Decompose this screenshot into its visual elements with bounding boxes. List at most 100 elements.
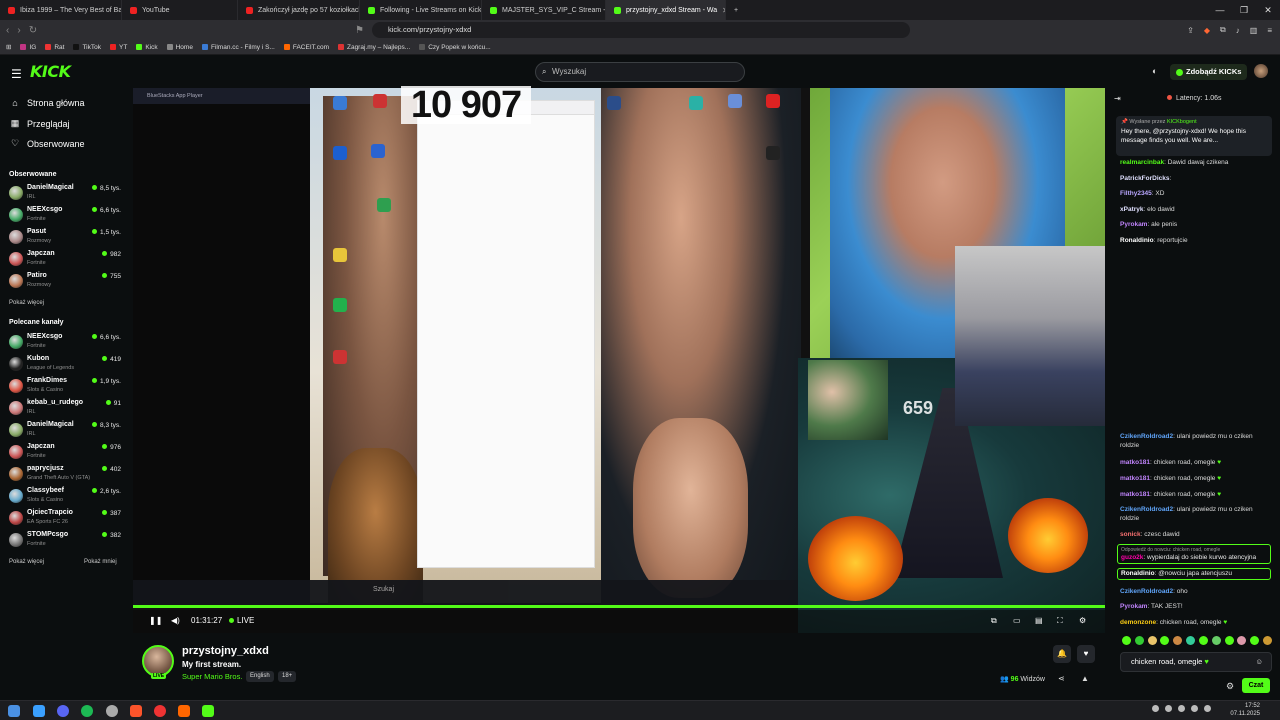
bookmark-item[interactable]: Kick	[136, 44, 158, 51]
file-explorer-icon[interactable]	[33, 705, 45, 717]
emote-icon[interactable]	[1160, 636, 1170, 645]
pip-icon[interactable]: ⧉	[991, 616, 997, 626]
stream-player[interactable]: BlueStacks App Player 10 907 Szukaj 659 …	[133, 86, 1190, 633]
search-input[interactable]: ⌕ Wyszukaj	[535, 62, 745, 82]
browser-tab[interactable]: Ibiza 1999 – The Very Best of Balearic	[0, 0, 122, 20]
channel-item[interactable]: kebab_u_rudego IRL 91	[9, 399, 121, 419]
channel-item[interactable]: NEEXcsgo Fortnite 6,6 tys.	[9, 206, 121, 226]
channel-item[interactable]: FrankDimes Slots & Casino 1,9 tys.	[9, 377, 121, 397]
report-icon[interactable]: ▲	[1081, 674, 1089, 683]
volume-icon[interactable]: ◀)	[171, 616, 180, 625]
emote-icon[interactable]	[1122, 636, 1131, 645]
browser-tab[interactable]: Following - Live Streams on Kick	[360, 0, 482, 20]
bookmark-item[interactable]: Rat	[45, 44, 64, 51]
chat-username[interactable]: Pyrokam	[1120, 603, 1147, 610]
system-clock[interactable]: 17:52 07.11.2025	[1230, 702, 1260, 718]
close-window-button[interactable]: ✕	[1256, 0, 1280, 20]
share-stream-icon[interactable]: ⋖	[1058, 674, 1065, 683]
channel-item[interactable]: Pasut Rozmowy 1,5 tys.	[9, 228, 121, 248]
shield-icon[interactable]: ◆	[1204, 26, 1210, 35]
stream-category[interactable]: Super Mario Bros.	[182, 672, 242, 681]
spotify-icon[interactable]	[81, 705, 93, 717]
sidebar-nav-0[interactable]: ⌂ Strona główna	[10, 98, 84, 108]
streamer-name[interactable]: przystojny_xdxd	[182, 645, 269, 657]
settings-icon[interactable]: ⚙	[1079, 616, 1086, 625]
chat-username[interactable]: matko181	[1120, 491, 1150, 498]
chat-username[interactable]: CzikenRoldroad2	[1120, 506, 1173, 513]
chat-username[interactable]: sonick	[1120, 531, 1141, 538]
show-more-followed[interactable]: Pokaż więcej	[9, 300, 44, 306]
chat-username[interactable]: CzikenRoldroad2	[1120, 433, 1173, 440]
bookmark-item[interactable]: IG	[20, 44, 36, 51]
bookmark-item[interactable]: YT	[110, 44, 127, 51]
apps-grid-icon[interactable]: ⊞	[6, 43, 11, 51]
bookmark-item[interactable]: Zagraj.my – Najleps...	[337, 44, 410, 51]
clip-icon[interactable]: ▤	[1035, 616, 1043, 625]
extension-icon[interactable]: ⧉	[1220, 25, 1226, 35]
channel-item[interactable]: Japczan Fortnite 982	[9, 250, 121, 270]
music-icon[interactable]: ♪	[1236, 26, 1240, 35]
chat-username[interactable]: PatrickForDicks	[1120, 175, 1170, 182]
channel-item[interactable]: Kubon League of Legends 419	[9, 355, 121, 375]
emote-icon[interactable]	[1250, 636, 1260, 645]
emote-icon[interactable]	[1134, 636, 1144, 645]
theater-icon[interactable]: ▭	[1013, 616, 1021, 625]
bookmark-item[interactable]: Filman.cc - Filmy i S...	[201, 44, 275, 51]
emoji-picker-icon[interactable]: ☺	[1255, 653, 1263, 671]
emote-icon[interactable]	[1173, 636, 1183, 645]
chat-settings-icon[interactable]: ⚙	[1226, 681, 1234, 692]
chat-input[interactable]: chicken road, omegle ♥ ☺	[1120, 652, 1272, 672]
channel-item[interactable]: OjciecTrapcio EA Sports FC 26 387	[9, 509, 121, 529]
bookmark-icon[interactable]: ⚑	[355, 25, 364, 36]
emote-icon[interactable]	[1198, 636, 1208, 645]
browser-tab[interactable]: Zakończył jazdę po 57 koziołkach	[238, 0, 360, 20]
sidebar-icon[interactable]: ▥	[1250, 26, 1258, 35]
browser-tab[interactable]: YouTube	[122, 0, 238, 20]
hamburger-menu-icon[interactable]: ☰	[11, 67, 22, 81]
emote-icon[interactable]	[1186, 636, 1196, 645]
faceit-icon[interactable]	[178, 705, 190, 717]
bookmark-item[interactable]: TikTok	[73, 44, 101, 51]
channel-item[interactable]: DanielMagical IRL 8,5 tys.	[9, 184, 121, 204]
tray-icon[interactable]	[1152, 705, 1159, 712]
chat-username[interactable]: matko181	[1120, 459, 1150, 466]
tag-language[interactable]: English	[246, 671, 274, 682]
volume-tray-icon[interactable]	[1204, 705, 1211, 712]
channel-item[interactable]: Patiro Rozmowy 755	[9, 272, 121, 292]
user-avatar[interactable]	[1254, 64, 1268, 78]
url-field[interactable]: kick.com/przystojny-xdxd	[372, 22, 910, 38]
tray-icon[interactable]	[1165, 705, 1172, 712]
sidebar-nav-1[interactable]: ▦ Przeglądaj	[10, 118, 70, 129]
chat-username[interactable]: Ronaldinio	[1120, 237, 1154, 244]
channel-item[interactable]: Classybeef Slots & Casino 2,6 tys.	[9, 487, 121, 507]
bookmark-item[interactable]: Home	[166, 44, 193, 51]
tray-icon[interactable]	[1178, 705, 1185, 712]
channel-item[interactable]: DanielMagical IRL 8,3 tys.	[9, 421, 121, 441]
sidebar-nav-2[interactable]: ♡ Obserwowane	[10, 138, 85, 149]
wifi-icon[interactable]	[1191, 705, 1198, 712]
chat-username[interactable]: matko181	[1120, 475, 1150, 482]
forward-icon[interactable]: ›	[17, 25, 20, 36]
reload-icon[interactable]: ↻	[29, 25, 37, 36]
pause-icon[interactable]: ❚❚	[149, 616, 162, 625]
chat-username[interactable]: Pyrokam	[1120, 221, 1147, 228]
kick-app-icon[interactable]	[202, 705, 214, 717]
channel-item[interactable]: NEEXcsgo Fortnite 6,6 tys.	[9, 333, 121, 353]
windows-start-icon[interactable]	[8, 705, 20, 717]
bookmark-item[interactable]: Czy Popek w końcu...	[419, 44, 491, 51]
fullscreen-icon[interactable]: ⛶	[1057, 616, 1063, 626]
kick-logo[interactable]: KICK	[30, 62, 71, 81]
emote-icon[interactable]	[1237, 636, 1247, 645]
discord-icon[interactable]	[57, 705, 69, 717]
minimize-button[interactable]: —	[1208, 0, 1232, 20]
maximize-button[interactable]: ❐	[1232, 0, 1256, 20]
new-tab-button[interactable]: +	[726, 0, 746, 20]
emote-icon[interactable]	[1147, 636, 1157, 645]
chat-username[interactable]: demonzone	[1120, 619, 1156, 626]
tag-age[interactable]: 18+	[278, 671, 297, 682]
get-kicks-button[interactable]: Zdobądź KICKs	[1170, 64, 1248, 80]
collapse-chat-icon[interactable]: ⇥	[1114, 94, 1121, 103]
channel-item[interactable]: Japczan Fortnite 976	[9, 443, 121, 463]
emote-icon[interactable]	[1211, 636, 1221, 645]
opera-icon[interactable]	[154, 705, 166, 717]
